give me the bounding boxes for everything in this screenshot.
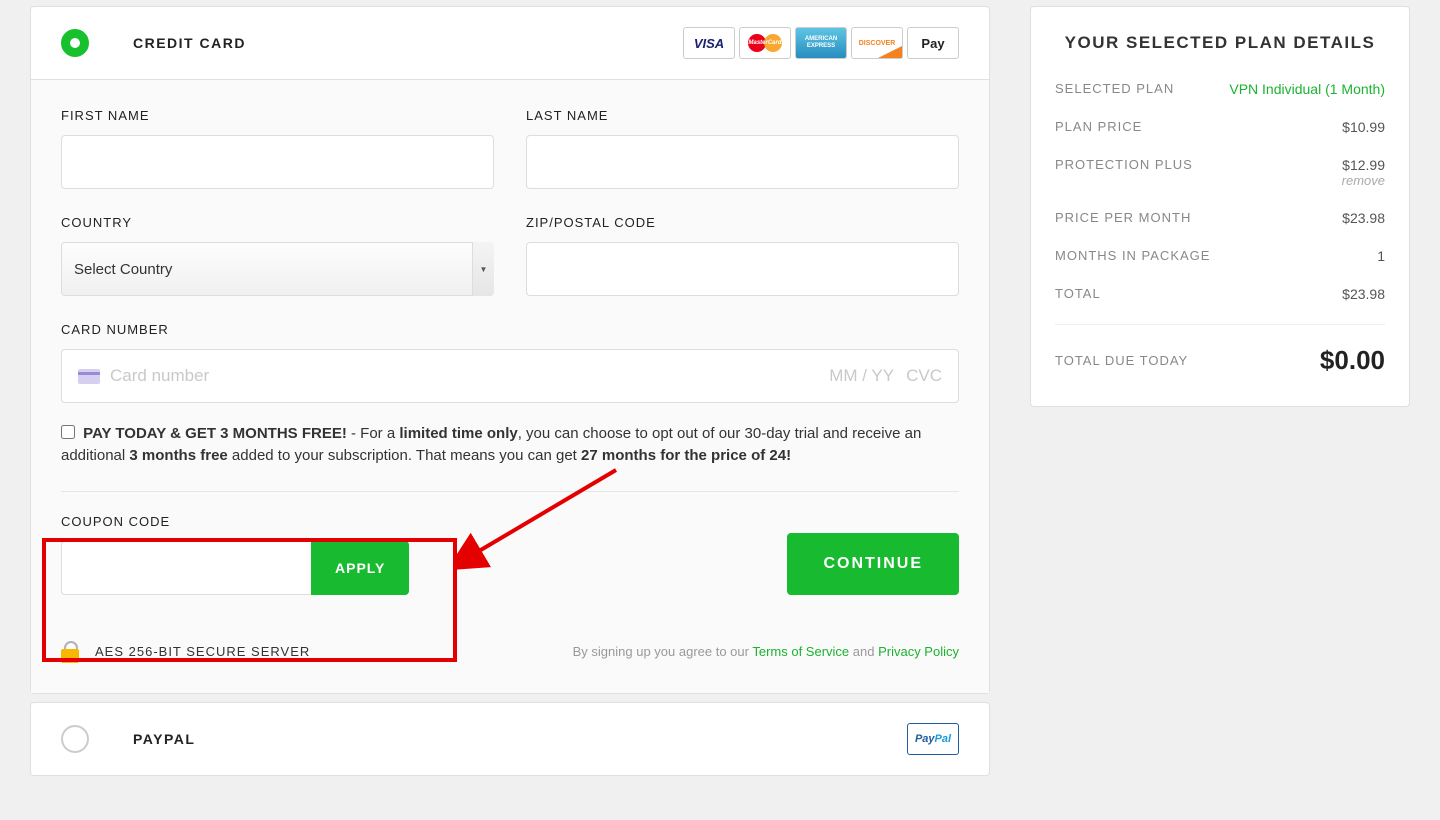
- country-select[interactable]: Select Country: [61, 242, 494, 296]
- privacy-link[interactable]: Privacy Policy: [878, 644, 959, 659]
- credit-card-header[interactable]: CREDIT CARD VISA MasterCard AMERICANEXPR…: [31, 7, 989, 79]
- first-name-label: FIRST NAME: [61, 108, 494, 123]
- paypal-title: PAYPAL: [133, 731, 195, 747]
- coupon-input[interactable]: [61, 541, 311, 595]
- lock-icon: [61, 641, 79, 663]
- applepay-icon: Pay: [907, 27, 959, 59]
- plan-price-value: $10.99: [1342, 119, 1385, 135]
- credit-card-title: CREDIT CARD: [133, 35, 246, 51]
- protection-value: $12.99 remove: [1342, 157, 1385, 188]
- mastercard-icon: MasterCard: [739, 27, 791, 59]
- amex-icon: AMERICANEXPRESS: [795, 27, 847, 59]
- plan-price-label: PLAN PRICE: [1055, 119, 1142, 134]
- paypal-section: PAYPAL PayPal: [30, 702, 990, 776]
- protection-label: PROTECTION PLUS: [1055, 157, 1193, 172]
- country-label: COUNTRY: [61, 215, 494, 230]
- offer-checkbox[interactable]: [61, 425, 75, 439]
- card-placeholder: Card number: [110, 366, 209, 386]
- paypal-radio[interactable]: [61, 725, 89, 753]
- months-label: MONTHS IN PACKAGE: [1055, 248, 1210, 263]
- secure-text: AES 256-BIT SECURE SERVER: [95, 644, 310, 659]
- plan-summary: YOUR SELECTED PLAN DETAILS SELECTED PLAN…: [1030, 6, 1410, 407]
- card-number-input[interactable]: Card number MM / YY CVC: [61, 349, 959, 403]
- card-logos: VISA MasterCard AMERICANEXPRESS DISCOVER…: [683, 27, 959, 59]
- terms-link[interactable]: Terms of Service: [752, 644, 849, 659]
- cvc-placeholder: CVC: [906, 366, 942, 386]
- last-name-label: LAST NAME: [526, 108, 959, 123]
- apply-button[interactable]: APPLY: [311, 541, 409, 595]
- first-name-input[interactable]: [61, 135, 494, 189]
- last-name-input[interactable]: [526, 135, 959, 189]
- paypal-header[interactable]: PAYPAL PayPal: [31, 703, 989, 775]
- credit-card-section: CREDIT CARD VISA MasterCard AMERICANEXPR…: [30, 6, 990, 694]
- zip-label: ZIP/POSTAL CODE: [526, 215, 959, 230]
- summary-title: YOUR SELECTED PLAN DETAILS: [1055, 33, 1385, 53]
- mmyy-placeholder: MM / YY: [829, 366, 894, 386]
- coupon-label: COUPON CODE: [61, 514, 409, 529]
- paypal-icon: PayPal: [907, 723, 959, 755]
- ppm-label: PRICE PER MONTH: [1055, 210, 1191, 225]
- remove-link[interactable]: remove: [1342, 173, 1385, 188]
- due-label: TOTAL DUE TODAY: [1055, 353, 1188, 368]
- ppm-value: $23.98: [1342, 210, 1385, 226]
- total-label: TOTAL: [1055, 286, 1101, 301]
- zip-input[interactable]: [526, 242, 959, 296]
- offer-text: PAY TODAY & GET 3 MONTHS FREE! - For a l…: [61, 423, 959, 492]
- due-value: $0.00: [1320, 345, 1385, 376]
- discover-icon: DISCOVER: [851, 27, 903, 59]
- card-icon: [78, 369, 100, 384]
- credit-card-radio[interactable]: [61, 29, 89, 57]
- continue-button[interactable]: CONTINUE: [787, 533, 959, 595]
- total-value: $23.98: [1342, 286, 1385, 302]
- visa-icon: VISA: [683, 27, 735, 59]
- card-number-label: CARD NUMBER: [61, 322, 959, 337]
- selected-plan-value: VPN Individual (1 Month): [1229, 81, 1385, 97]
- months-value: 1: [1377, 248, 1385, 264]
- legal-text: By signing up you agree to our Terms of …: [573, 644, 959, 659]
- selected-plan-label: SELECTED PLAN: [1055, 81, 1174, 96]
